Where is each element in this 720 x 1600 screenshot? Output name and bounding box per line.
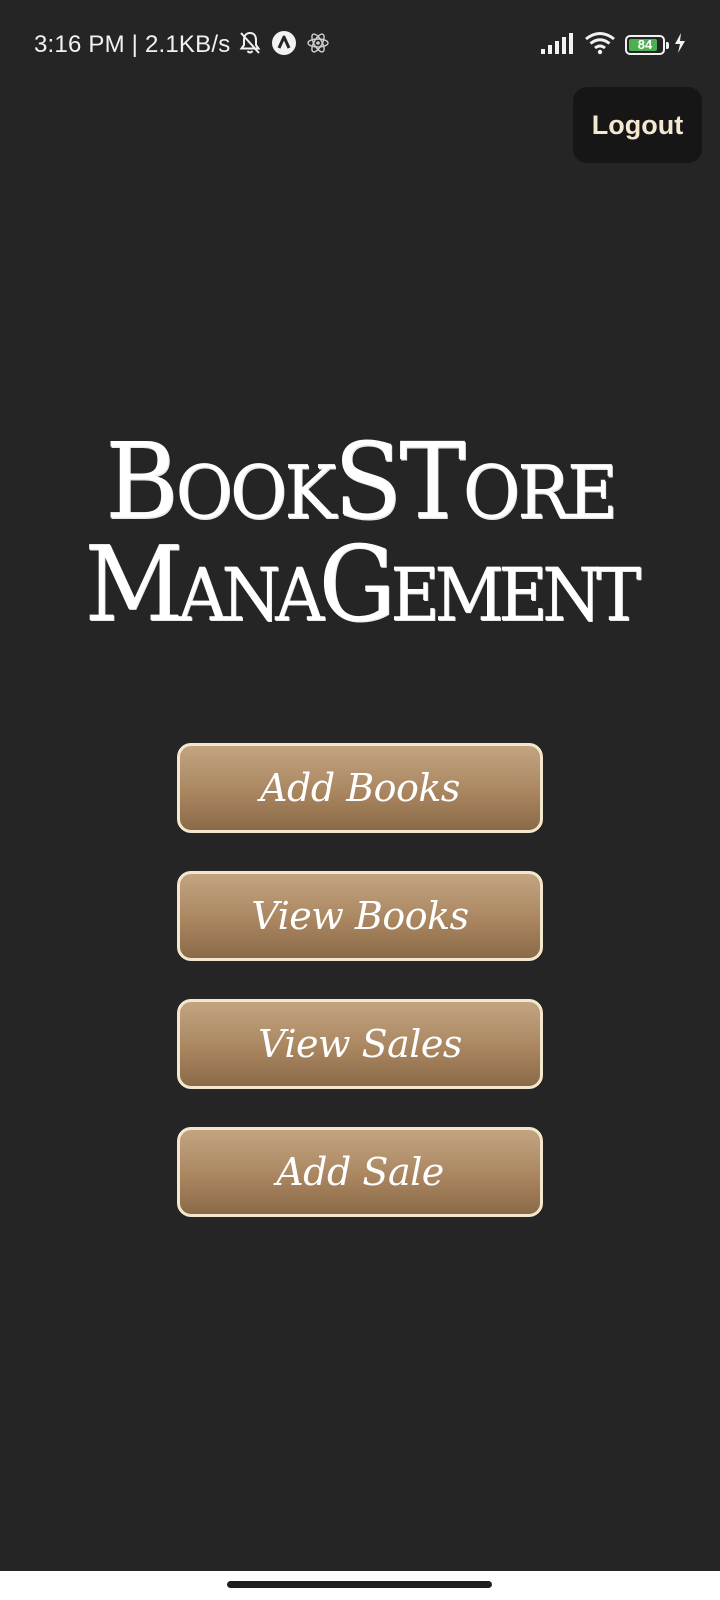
add-sale-button[interactable]: Add Sale xyxy=(177,1127,543,1217)
battery-level: 84 xyxy=(637,37,653,52)
battery-icon: 84 xyxy=(625,35,669,55)
app-title-line-2: ManaGement xyxy=(84,523,641,645)
react-atom-icon xyxy=(305,30,331,61)
logout-button[interactable]: Logout xyxy=(573,87,702,163)
view-sales-button[interactable]: View Sales xyxy=(177,999,543,1089)
charging-bolt-icon xyxy=(674,32,686,59)
status-system-icons: 84 xyxy=(541,30,686,60)
battery-cap xyxy=(666,42,669,49)
view-books-button[interactable]: View Books xyxy=(177,871,543,961)
app-title: BookSTore ManaGement xyxy=(0,420,720,662)
bell-off-icon xyxy=(237,30,263,61)
status-notification-icons xyxy=(237,30,331,60)
wifi-icon xyxy=(584,31,616,60)
status-time: 3:16 PM | 2.1KB/s xyxy=(34,31,231,58)
app-a-icon xyxy=(271,30,297,61)
home-indicator[interactable] xyxy=(227,1581,492,1588)
status-bar: 3:16 PM | 2.1KB/s 84 xyxy=(0,0,720,90)
add-books-button[interactable]: Add Books xyxy=(177,743,543,833)
signal-icon xyxy=(541,32,575,59)
app-title-line-1: BookSTore xyxy=(105,420,618,543)
